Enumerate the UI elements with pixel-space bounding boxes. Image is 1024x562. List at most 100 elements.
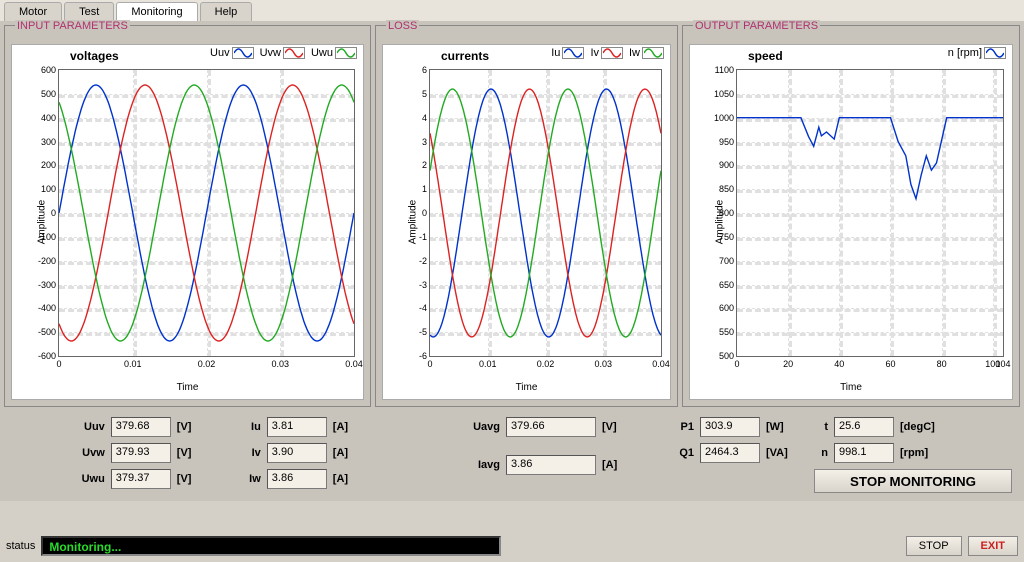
chart-voltages-legend: Uuv Uvw Uwu	[210, 47, 357, 59]
tick-x: 0	[56, 359, 61, 369]
legend-nrpm: n [rpm]	[948, 47, 982, 59]
tick-x: 104	[995, 359, 1010, 369]
legend-swatch-green	[335, 47, 357, 59]
stop-monitoring-button[interactable]: STOP MONITORING	[814, 469, 1012, 493]
value-q1: 2464.3	[700, 443, 760, 463]
label-uavg: Uavg	[456, 421, 500, 433]
tab-monitoring[interactable]: Monitoring	[116, 2, 197, 21]
tick-y: 600	[41, 65, 56, 75]
tick-y: -4	[419, 303, 427, 313]
label-p1: P1	[670, 421, 694, 433]
tick-x: 80	[937, 359, 947, 369]
value-uavg: 379.66	[506, 417, 596, 437]
panel-title-output: OUTPUT PARAMETERS	[693, 20, 820, 32]
unit-p1: [W]	[766, 421, 794, 433]
chart-speed-legend: n [rpm]	[948, 47, 1006, 59]
status-bar: status Monitoring... STOP EXIT	[0, 536, 1024, 556]
tab-help[interactable]: Help	[200, 2, 253, 21]
legend-uuv: Uuv	[210, 47, 230, 59]
label-iw: Iw	[225, 473, 261, 485]
chart-speed: speed n [rpm] Amplitude Time 50055060065…	[689, 44, 1013, 400]
tick-x: 0.01	[479, 359, 497, 369]
tick-y: 0	[51, 208, 56, 218]
tick-y: 600	[719, 303, 734, 313]
tick-y: 1	[422, 184, 427, 194]
tick-x: 20	[783, 359, 793, 369]
panel-output-parameters: OUTPUT PARAMETERS speed n [rpm] Amplitud…	[682, 25, 1020, 407]
tick-x: 60	[885, 359, 895, 369]
plot-area-speed: 5005506006507007508008509009501000105011…	[736, 69, 1004, 357]
legend-swatch-green	[642, 47, 664, 59]
tick-x: 0.02	[537, 359, 555, 369]
unit-iu: [A]	[333, 421, 361, 433]
tick-y: -600	[38, 351, 56, 361]
stop-button[interactable]: STOP	[906, 536, 962, 556]
chart-speed-title: speed	[748, 49, 783, 63]
value-uuv: 379.68	[111, 417, 171, 437]
ylabel: Amplitude	[408, 200, 419, 244]
xlabel: Time	[177, 382, 199, 393]
value-n: 998.1	[834, 443, 894, 463]
value-uvw: 379.93	[111, 443, 171, 463]
legend-swatch-blue	[562, 47, 584, 59]
tick-y: 4	[422, 113, 427, 123]
label-q1: Q1	[670, 447, 694, 459]
status-label: status	[6, 540, 35, 552]
plot-area-voltages: -600-500-400-300-200-1000100200300400500…	[58, 69, 355, 357]
value-iv: 3.90	[267, 443, 327, 463]
unit-uwu: [V]	[177, 473, 205, 485]
tick-y: -100	[38, 232, 56, 242]
tick-x: 0.02	[198, 359, 216, 369]
tick-y: 6	[422, 65, 427, 75]
tick-y: 500	[719, 351, 734, 361]
legend-iv: Iv	[590, 47, 599, 59]
exit-button[interactable]: EXIT	[968, 536, 1018, 556]
value-p1: 303.9	[700, 417, 760, 437]
label-t: t	[814, 421, 828, 433]
tick-y: 950	[719, 137, 734, 147]
tab-test[interactable]: Test	[64, 2, 114, 21]
unit-iv: [A]	[333, 447, 361, 459]
chart-voltages-title: voltages	[70, 49, 119, 63]
unit-iw: [A]	[333, 473, 361, 485]
tab-motor[interactable]: Motor	[4, 2, 62, 21]
xlabel: Time	[516, 382, 538, 393]
chart-currents-legend: Iu Iv Iw	[551, 47, 664, 59]
unit-uavg: [V]	[602, 421, 630, 433]
panel-title-input: INPUT PARAMETERS	[15, 20, 130, 32]
legend-swatch-blue	[984, 47, 1006, 59]
tick-y: 400	[41, 113, 56, 123]
tick-y: 3	[422, 137, 427, 147]
label-iu: Iu	[225, 421, 261, 433]
tick-y: 900	[719, 160, 734, 170]
chart-currents-title: currents	[441, 49, 489, 63]
unit-t: [degC]	[900, 421, 942, 433]
tick-y: 2	[422, 160, 427, 170]
tick-y: 700	[719, 256, 734, 266]
tick-y: 5	[422, 89, 427, 99]
tick-y: 550	[719, 327, 734, 337]
tick-y: -2	[419, 256, 427, 266]
tick-x: 0.03	[594, 359, 612, 369]
legend-swatch-red	[283, 47, 305, 59]
legend-uwu: Uwu	[311, 47, 333, 59]
tick-y: -500	[38, 327, 56, 337]
value-iw: 3.86	[267, 469, 327, 489]
unit-n: [rpm]	[900, 447, 942, 459]
tick-y: 300	[41, 137, 56, 147]
tick-x: 0.04	[345, 359, 363, 369]
xlabel: Time	[840, 382, 862, 393]
tick-x: 40	[834, 359, 844, 369]
tick-x: 0.04	[652, 359, 670, 369]
tick-y: -200	[38, 256, 56, 266]
plot-area-currents: -6-5-4-3-2-1012345600.010.020.030.04	[429, 69, 662, 357]
value-t: 25.6	[834, 417, 894, 437]
legend-swatch-red	[601, 47, 623, 59]
unit-uvw: [V]	[177, 447, 205, 459]
legend-iu: Iu	[551, 47, 560, 59]
tick-x: 0	[427, 359, 432, 369]
unit-uuv: [V]	[177, 421, 205, 433]
tick-y: -3	[419, 280, 427, 290]
value-iu: 3.81	[267, 417, 327, 437]
readouts: Uuv379.68[V] Uvw379.93[V] Uwu379.37[V] I…	[4, 407, 1020, 497]
